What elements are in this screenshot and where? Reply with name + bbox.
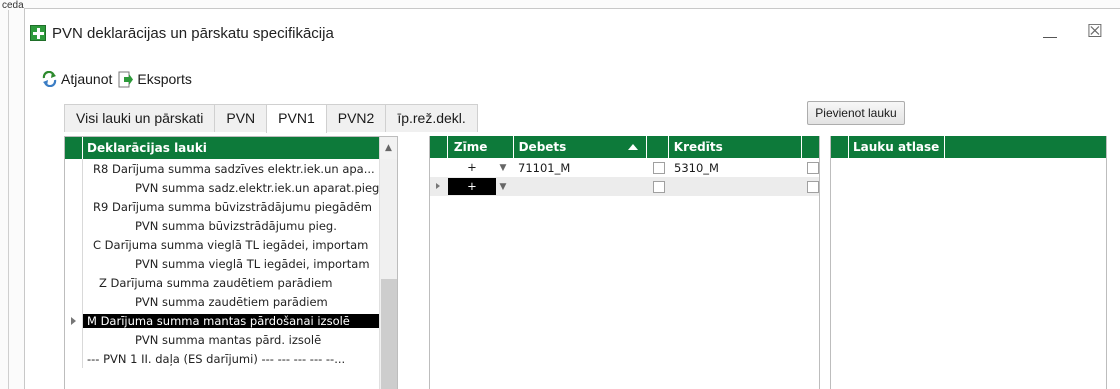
- row-indicator[interactable]: [65, 235, 83, 254]
- scroll-up-button[interactable]: ▲: [379, 137, 397, 159]
- row-indicator[interactable]: [65, 178, 83, 197]
- tab-strip: Visi lauki un pārskati PVN PVN1 PVN2 īp.…: [64, 104, 478, 133]
- credit-checkbox[interactable]: [806, 161, 819, 174]
- sign-value: +: [448, 178, 496, 195]
- table-row[interactable]: PVN summa zaudētiem parādiem: [65, 292, 397, 311]
- row-indicator[interactable]: [65, 216, 83, 235]
- add-field-button[interactable]: Pievienot lauku: [807, 101, 905, 125]
- declaration-field-label: Z Darījuma summa zaudētiem parādiem: [99, 275, 333, 290]
- debit-checkbox-cell: [648, 161, 670, 174]
- vertical-scrollbar[interactable]: [379, 159, 397, 389]
- table-row[interactable]: --- PVN 1 II. daļa (ES darījumi) --- ---…: [65, 349, 397, 368]
- table-row[interactable]: C Darījuma summa vieglā TL iegādei, impo…: [65, 235, 397, 254]
- debit-checkbox-cell: [648, 180, 670, 193]
- tab-pvn2[interactable]: PVN2: [325, 104, 387, 132]
- table-row[interactable]: PVN summa būvizstrādājumu pieg.: [65, 216, 397, 235]
- column-header-credit[interactable]: Kredīts: [669, 136, 803, 158]
- row-indicator[interactable]: [65, 254, 83, 273]
- table-row[interactable]: PVN summa vieglā TL iegādei, importam: [65, 254, 397, 273]
- table-row[interactable]: M Darījuma summa mantas pārdošanai izsol…: [65, 311, 397, 330]
- credit-checkbox[interactable]: [806, 180, 819, 193]
- refresh-icon: [41, 70, 58, 88]
- debit-checkbox[interactable]: [653, 180, 665, 193]
- table-row[interactable]: Z Darījuma summa zaudētiem parādiem: [65, 273, 397, 292]
- declaration-field-label: M Darījuma summa mantas pārdošanai izsol…: [83, 313, 379, 328]
- declaration-field-label: R9 Darījuma summa būvizstrādājumu piegād…: [93, 199, 372, 214]
- credit-cell[interactable]: 5310_M: [670, 161, 804, 175]
- row-indicator[interactable]: [430, 158, 448, 177]
- background-window-edge: [8, 10, 9, 389]
- row-indicator[interactable]: [65, 311, 83, 330]
- declaration-field-label: PVN summa zaudētiem parādiem: [135, 294, 328, 309]
- column-header-declaration-fields[interactable]: Deklarācijas lauki: [83, 137, 397, 159]
- column-header-debit-check[interactable]: [647, 136, 669, 158]
- table-row[interactable]: R9 Darījuma summa būvizstrādājumu piegād…: [65, 197, 397, 216]
- app-icon: [30, 25, 46, 41]
- row-indicator[interactable]: [65, 349, 83, 368]
- column-header-credit-check[interactable]: [802, 136, 819, 158]
- toolbar: Atjaunot Eksports: [41, 69, 198, 89]
- grid-header: Zīme Debets Kredīts: [430, 136, 819, 158]
- declaration-field-label: --- PVN 1 II. daļa (ES darījumi) --- ---…: [87, 351, 346, 366]
- table-row[interactable]: PVN summa mantas pārd. izsolē: [65, 330, 397, 349]
- sort-ascending-icon: [627, 144, 638, 150]
- declaration-field-label: C Darījuma summa vieglā TL iegādei, impo…: [93, 237, 369, 252]
- column-header-sign[interactable]: Zīme: [448, 136, 514, 158]
- tab-pvn1[interactable]: PVN1: [266, 104, 327, 133]
- row-indicator[interactable]: [65, 330, 83, 349]
- debit-checkbox[interactable]: [653, 161, 665, 174]
- scrollbar-thumb[interactable]: [381, 279, 397, 389]
- field-selection-grid: Lauku atlase: [830, 136, 1107, 389]
- row-indicator[interactable]: [65, 159, 83, 178]
- tab-special-regime[interactable]: īp.rež.dekl.: [385, 104, 478, 132]
- title-bar: PVN deklarācijas un pārskatu specifikāci…: [25, 9, 1120, 59]
- export-button[interactable]: Eksports: [118, 71, 192, 88]
- minimize-button[interactable]: [1041, 25, 1059, 41]
- credit-checkbox-cell: [804, 161, 821, 174]
- sign-value: +: [467, 160, 477, 174]
- row-indicator-header: [65, 137, 83, 159]
- close-button[interactable]: ☒: [1086, 23, 1104, 41]
- column-header-debit-label: Debets: [518, 140, 567, 154]
- export-label: Eksports: [137, 71, 192, 87]
- declaration-field-label: PVN summa mantas pārd. izsolē: [135, 332, 322, 347]
- declaration-field-label: PVN summa vieglā TL iegādei, importam: [135, 256, 370, 271]
- declaration-field-label: R8 Darījuma summa sadzīves elektr.iek.un…: [93, 161, 375, 176]
- table-row[interactable]: + ▼ 71101_M 5310_M: [430, 158, 819, 177]
- row-indicator[interactable]: [65, 273, 83, 292]
- table-row[interactable]: + ▼: [430, 177, 819, 196]
- dialog-window: PVN deklarācijas un pārskatu specifikāci…: [24, 8, 1120, 389]
- row-indicator-header: [831, 136, 849, 158]
- tab-all-fields[interactable]: Visi lauki un pārskati: [64, 104, 216, 132]
- grid-header: Deklarācijas lauki ▲: [65, 137, 397, 159]
- row-indicator[interactable]: [430, 177, 448, 196]
- row-indicator-header: [430, 136, 448, 158]
- sign-cell[interactable]: + ▼: [448, 177, 514, 196]
- declaration-field-label: PVN summa sadz.elektr.iek.un aparat.pieg…: [135, 180, 379, 195]
- declaration-field-label: PVN summa būvizstrādājumu pieg.: [135, 218, 337, 233]
- sign-cell[interactable]: + ▼: [448, 158, 514, 177]
- table-row[interactable]: R8 Darījuma summa sadzīves elektr.iek.un…: [65, 159, 397, 178]
- credit-checkbox-cell: [804, 180, 821, 193]
- chevron-down-icon[interactable]: ▼: [496, 182, 510, 192]
- refresh-label: Atjaunot: [61, 71, 113, 87]
- debit-cell[interactable]: 71101_M: [514, 161, 648, 175]
- row-indicator[interactable]: [65, 292, 83, 311]
- chevron-down-icon[interactable]: ▼: [496, 163, 510, 173]
- refresh-button[interactable]: Atjaunot: [41, 70, 113, 88]
- window-title: PVN deklarācijas un pārskatu specifikāci…: [52, 25, 334, 42]
- export-icon: [118, 71, 134, 88]
- column-header-field-selection[interactable]: Lauku atlase: [849, 136, 945, 158]
- declaration-fields-grid: Deklarācijas lauki ▲ R8 Darījuma summa s…: [64, 136, 398, 389]
- background-window-fragment: ceda: [2, 0, 24, 11]
- table-row[interactable]: PVN summa sadz.elektr.iek.un aparat.pieg…: [65, 178, 397, 197]
- grid-header: Lauku atlase: [831, 136, 1106, 158]
- accounts-grid: Zīme Debets Kredīts + ▼ 71101_M 5310_M + ▼: [429, 136, 820, 389]
- row-indicator[interactable]: [65, 197, 83, 216]
- tab-pvn[interactable]: PVN: [214, 104, 268, 132]
- column-header-debit[interactable]: Debets: [514, 136, 647, 158]
